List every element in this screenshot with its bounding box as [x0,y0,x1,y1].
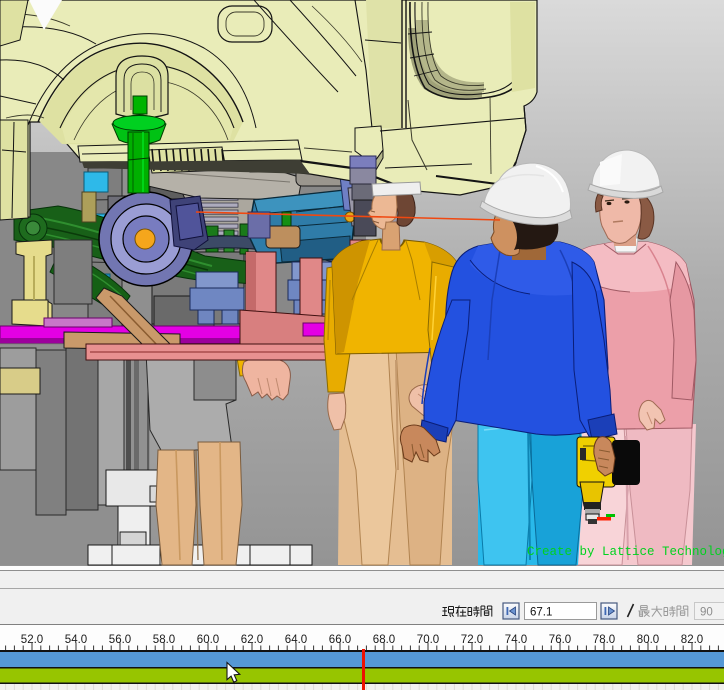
svg-text:67.1: 67.1 [530,607,552,619]
svg-text:Create by Lattice Technology: Create by Lattice Technology [527,545,724,559]
svg-text:90: 90 [700,607,713,619]
